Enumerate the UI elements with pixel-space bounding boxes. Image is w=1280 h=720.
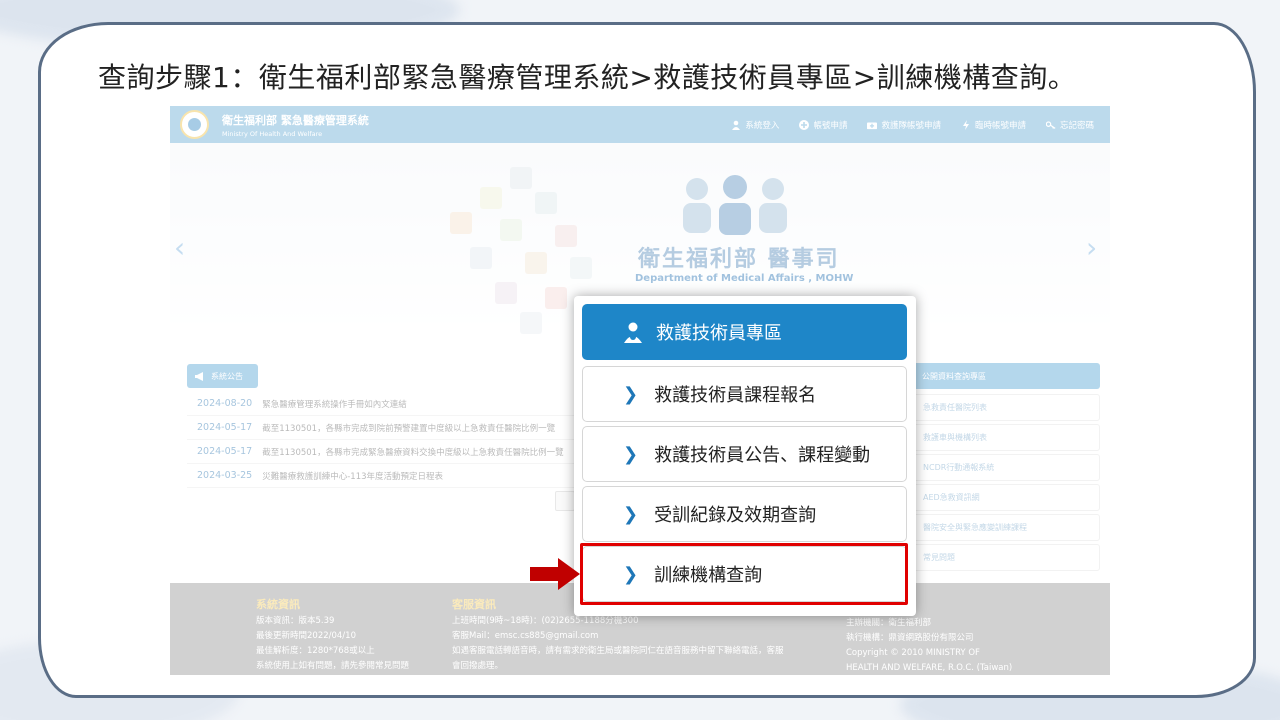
menu-course-registration[interactable]: ❯ 救護技術員課程報名 [582,366,907,422]
footer-line: 主辦機關：衛生福利部 [846,618,932,628]
list-item[interactable]: 2024-05-17 截至1130501，各縣市完成緊急醫療資料交換中度級以上急救… [187,440,597,464]
chevron-right-icon: ❯ [623,383,639,405]
link-ncdr[interactable]: NCDR行動通報系統 [910,454,1100,481]
top-nav: 系統登入 帳號申請 救護隊帳號申請 臨時帳號申請 忘記密碼 [731,119,1094,131]
notice-list: 2024-08-20 緊急醫療管理系統操作手冊如內文連結 2024-05-17 截至… [187,392,597,488]
footer-line: 如遇客服電話轉語音時，請有需求的衛生局或醫院同仁在語音服務中留下聯絡電話，客服 [452,646,784,656]
nav-login[interactable]: 系統登入 [731,119,779,131]
megaphone-icon [195,371,203,381]
list-item[interactable]: 2024-05-17 截至1130501，各縣市完成到院前預警建置中度級以上急救責… [187,416,597,440]
nav-forgot-password-label: 忘記密碼 [1059,121,1094,131]
nav-login-label: 系統登入 [745,121,780,131]
chevron-right-icon: ❯ [623,443,639,465]
chevron-right-icon: ❯ [623,503,639,525]
red-arrow-icon [530,558,580,590]
emt-menu-popup: 救護技術員專區 ❯ 救護技術員課程報名 ❯ 救護技術員公告、課程變動 ❯ 受訓紀… [574,296,916,616]
notice-text: 截至1130501，各縣市完成緊急醫療資料交換中度級以上急救責任醫院比例一覽 [262,447,564,458]
notice-date: 2024-05-17 [197,422,253,433]
menu-announcements[interactable]: ❯ 救護技術員公告、課程變動 [582,426,907,482]
department-name-en: Department of Medical Affairs , MOHW [635,273,854,284]
more-notices-button[interactable] [555,491,575,511]
notice-text: 截至1130501，各縣市完成到院前預警建置中度級以上急救責任醫院比例一覽 [262,423,556,434]
link-ambulances[interactable]: 救護車與機構列表 [910,424,1100,451]
lightning-icon [962,120,969,130]
footer-system-info: 系統資訊 版本資訊：版本5.39 最後更新時間2022/04/10 最佳解析度：… [256,597,409,674]
footer-line: Copyright © 2010 MINISTRY OF [846,648,980,658]
nav-account-apply[interactable]: 帳號申請 [799,119,847,131]
menu-item-label: 受訓紀錄及效期查詢 [654,505,817,526]
emt-zone-header[interactable]: 救護技術員專區 [582,304,907,360]
site-subtitle: Ministry Of Health And Welfare [222,130,323,138]
menu-item-label: 救護技術員公告、課程變動 [654,445,871,466]
nav-temp-account-apply-label: 臨時帳號申請 [974,121,1026,131]
footer-line: 上班時間(9時~18時)：(02)2655-1188分機300 [452,616,639,626]
footer-line: 最佳解析度：1280*768或以上 [256,646,375,656]
link-emergency-hospitals[interactable]: 急救責任醫院列表 [910,394,1100,421]
notice-date: 2024-05-17 [197,446,253,457]
chevron-right-icon: ❯ [623,563,639,585]
list-item[interactable]: 2024-08-20 緊急醫療管理系統操作手冊如內文連結 [187,392,597,416]
notice-tab[interactable]: 系統公告 [187,364,258,388]
nav-team-account-apply[interactable]: 救護隊帳號申請 [867,119,941,131]
carousel-next-icon[interactable]: › [1086,231,1097,264]
link-aed[interactable]: AED急救資訊網 [910,484,1100,511]
footer-copyright: 主辦機關：衛生福利部 執行機構：鼎資網路股份有限公司 Copyright © 2… [846,616,1012,675]
nav-forgot-password[interactable]: 忘記密碼 [1045,119,1094,131]
public-data-links: 急救責任醫院列表 救護車與機構列表 NCDR行動通報系統 AED急救資訊網 醫院… [910,394,1100,574]
medical-kit-icon [867,122,878,130]
footer-line: HEALTH AND WELFARE, R.O.C. (Taiwan) [846,663,1013,673]
emt-zone-header-label: 救護技術員專區 [656,323,782,344]
list-item[interactable]: 2024-03-25 災難醫療救護訓練中心-113年度活動預定日程表 [187,464,597,488]
link-faq[interactable]: 常見問題 [910,544,1100,571]
user-icon [732,120,741,130]
menu-item-label: 救護技術員課程報名 [654,385,817,406]
nav-temp-account-apply[interactable]: 臨時帳號申請 [961,119,1026,131]
menu-training-institution-search[interactable]: ❯ 訓練機構查詢 [582,546,907,602]
medic-user-icon [624,322,642,343]
carousel-prev-icon[interactable]: ‹ [174,231,185,264]
key-icon [1045,121,1056,129]
menu-item-label: 訓練機構查詢 [654,565,763,586]
ministry-logo-icon [180,110,209,139]
department-name-cn: 衛生福利部 醫事司 [638,247,840,272]
plus-circle-icon [799,120,810,130]
nav-account-apply-label: 帳號申請 [813,121,848,131]
public-data-tab[interactable]: 公開資料查詢專區 [910,363,1100,389]
footer-line: 版本資訊：版本5.39 [256,616,335,626]
medical-staff-icon [683,175,787,235]
slide-title: 查詢步驟1：衛生福利部緊急醫療管理系統>救護技術員專區>訓練機構查詢。 [98,61,1077,94]
notice-tab-label: 系統公告 [211,371,243,381]
nav-team-account-apply-label: 救護隊帳號申請 [881,121,941,131]
notice-date: 2024-03-25 [197,470,253,481]
site-name: 衛生福利部 緊急醫療管理系統 [222,114,369,127]
site-header: 衛生福利部 緊急醫療管理系統 Ministry Of Health And We… [170,106,1110,143]
notice-text: 緊急醫療管理系統操作手冊如內文連結 [262,399,407,410]
footer-line: 執行機構：鼎資網路股份有限公司 [846,633,974,643]
footer-line: 最後更新時間2022/04/10 [256,631,356,641]
link-hospital-safety[interactable]: 醫院安全與緊急應變訓練課程 [910,514,1100,541]
footer-line: 系統使用上如有問題，請先參閱常見問題 [256,661,410,671]
footer-line: 會回撥處理。 [452,661,504,671]
footer-line: 客服Mail：emsc.cs885@gmail.com [452,631,599,641]
footer-heading: 系統資訊 [256,598,300,611]
menu-training-records[interactable]: ❯ 受訓紀錄及效期查詢 [582,486,907,542]
notice-text: 災難醫療救護訓練中心-113年度活動預定日程表 [262,471,444,482]
notice-date: 2024-08-20 [197,398,253,409]
